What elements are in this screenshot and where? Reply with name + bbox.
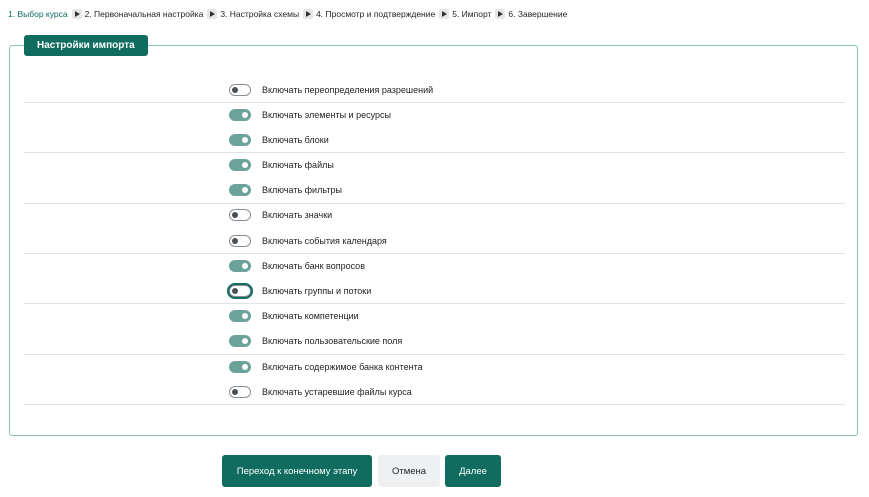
- settings-group-divider: [24, 303, 845, 355]
- custom-fields-toggle[interactable]: [229, 335, 251, 347]
- settings-group-divider: [24, 82, 845, 103]
- question-bank-toggle[interactable]: [229, 260, 251, 272]
- setting-row-activities: Включать элементы и ресурсы: [229, 108, 391, 122]
- competencies-label: Включать компетенции: [262, 311, 359, 321]
- setting-row-competencies: Включать компетенции: [229, 309, 359, 323]
- jump-to-final-step-button[interactable]: Переход к конечному этапу: [222, 455, 372, 487]
- arrow-right-icon: [207, 9, 218, 19]
- competencies-toggle[interactable]: [229, 310, 251, 322]
- content-bank-toggle[interactable]: [229, 361, 251, 373]
- groups-label: Включать группы и потоки: [262, 286, 372, 296]
- toggle-knob: [242, 162, 248, 168]
- setting-row-filters: Включать фильтры: [229, 183, 342, 197]
- permissions-label: Включать переопределения разрешений: [262, 85, 434, 95]
- filters-toggle[interactable]: [229, 184, 251, 196]
- toggle-knob: [242, 137, 248, 143]
- toggle-knob: [242, 187, 248, 193]
- filters-label: Включать фильтры: [262, 185, 342, 195]
- files-label: Включать файлы: [262, 160, 334, 170]
- settings-group-divider: [24, 152, 845, 204]
- activities-toggle[interactable]: [229, 109, 251, 121]
- setting-row-groups: Включать группы и потоки: [229, 284, 371, 298]
- setting-row-question-bank: Включать банк вопросов: [229, 259, 365, 273]
- toggle-knob: [242, 263, 248, 269]
- toggle-knob: [242, 364, 248, 370]
- toggle-knob: [232, 87, 238, 93]
- setting-row-calendar: Включать события календаря: [229, 234, 387, 248]
- legacy-files-toggle[interactable]: [229, 386, 251, 398]
- calendar-label: Включать события календаря: [262, 236, 387, 246]
- toggle-knob: [242, 112, 248, 118]
- toggle-knob: [232, 212, 238, 218]
- permissions-toggle[interactable]: [229, 84, 251, 96]
- settings-group-divider: [24, 253, 845, 304]
- calendar-toggle[interactable]: [229, 235, 251, 247]
- setting-row-blocks: Включать блоки: [229, 133, 329, 147]
- badges-label: Включать значки: [262, 210, 333, 220]
- setting-row-permissions: Включать переопределения разрешений: [229, 83, 433, 97]
- setting-row-custom-fields: Включать пользовательские поля: [229, 334, 402, 348]
- setting-row-badges: Включать значки: [229, 208, 332, 222]
- step-complete: 6. Завершение: [508, 9, 568, 19]
- question-bank-label: Включать банк вопросов: [262, 261, 365, 271]
- step-initial-settings: 2. Первоначальная настройка: [84, 9, 204, 19]
- toggle-knob: [242, 338, 248, 344]
- setting-row-content-bank: Включать содержимое банка контента: [229, 360, 423, 374]
- activities-label: Включать элементы и ресурсы: [262, 110, 391, 120]
- badges-toggle[interactable]: [229, 209, 251, 221]
- settings-group-divider: [24, 102, 845, 153]
- toggle-knob: [232, 288, 238, 294]
- settings-group-divider: [24, 203, 845, 254]
- next-button[interactable]: Далее: [445, 455, 501, 487]
- content-bank-label: Включать содержимое банка контента: [262, 362, 423, 372]
- arrow-right-icon: [71, 9, 82, 19]
- legacy-files-label: Включать устаревшие файлы курса: [262, 387, 412, 397]
- step-import: 5. Импорт: [452, 9, 492, 19]
- toggle-knob: [242, 313, 248, 319]
- files-toggle[interactable]: [229, 159, 251, 171]
- arrow-right-icon: [439, 9, 450, 19]
- blocks-label: Включать блоки: [262, 135, 329, 145]
- toggle-knob: [232, 389, 238, 395]
- setting-row-legacy-files: Включать устаревшие файлы курса: [229, 385, 412, 399]
- step-schema-settings: 3. Настройка схемы: [220, 9, 300, 19]
- import-page: 1. Выбор курса 2. Первоначальная настрой…: [0, 0, 869, 497]
- step-select-course[interactable]: 1. Выбор курса: [8, 9, 68, 19]
- custom-fields-label: Включать пользовательские поля: [262, 336, 403, 346]
- cancel-button[interactable]: Отмена: [378, 455, 440, 487]
- arrow-right-icon: [495, 9, 506, 19]
- settings-group-divider: [24, 354, 845, 405]
- setting-row-files: Включать файлы: [229, 158, 334, 172]
- arrow-right-icon: [303, 9, 314, 19]
- step-review: 4. Просмотр и подтверждение: [316, 9, 436, 19]
- blocks-toggle[interactable]: [229, 134, 251, 146]
- groups-toggle[interactable]: [229, 285, 251, 297]
- stepper: 1. Выбор курса 2. Первоначальная настрой…: [8, 9, 567, 19]
- toggle-knob: [232, 238, 238, 244]
- import-settings-legend[interactable]: Настройки импорта: [24, 35, 148, 56]
